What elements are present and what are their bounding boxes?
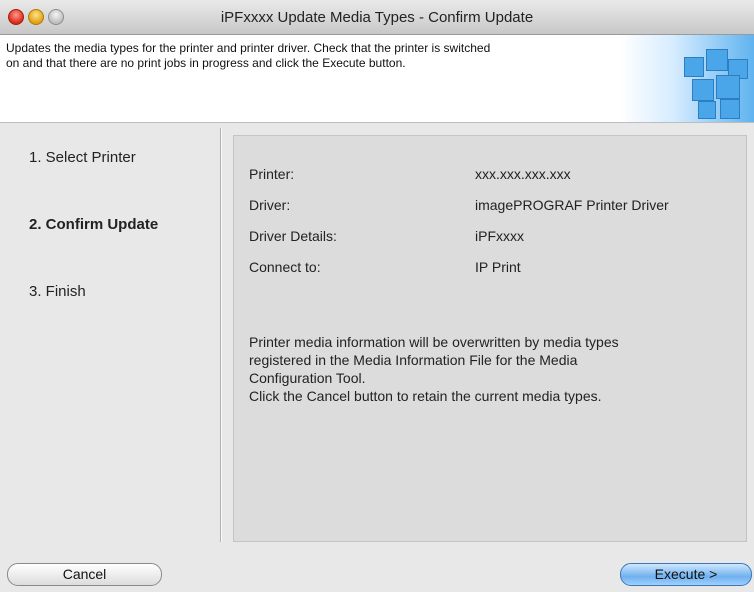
step-select-printer: 1. Select Printer: [29, 149, 136, 166]
driver-details-label: Driver Details:: [249, 228, 337, 244]
cube-icon: [716, 75, 740, 99]
driver-value: imagePROGRAF Printer Driver: [475, 197, 669, 213]
printer-value: xxx.xxx.xxx.xxx: [475, 166, 571, 182]
step-confirm-update: 2. Confirm Update: [29, 216, 159, 233]
header-description-line: Updates the media types for the printer …: [6, 41, 491, 55]
execute-button[interactable]: Execute >: [620, 563, 752, 586]
driver-label: Driver:: [249, 197, 291, 213]
header-panel: Updates the media types for the printer …: [0, 35, 754, 123]
cube-icon: [698, 101, 716, 119]
driver-details-value: iPFxxxx: [475, 228, 524, 244]
cube-icon: [684, 57, 704, 77]
details-panel: Printer: xxx.xxx.xxx.xxx Driver: imagePR…: [233, 135, 747, 542]
overwrite-warning-message: Printer media information will be overwr…: [249, 333, 729, 405]
title-bar: iPFxxxx Update Media Types - Confirm Upd…: [0, 0, 754, 35]
step-finish: 3. Finish: [29, 283, 86, 300]
printer-label: Printer:: [249, 166, 295, 182]
steps-sidebar: 1. Select Printer 2. Confirm Update 3. F…: [0, 123, 220, 544]
cube-icon: [706, 49, 728, 71]
cube-icon: [720, 99, 740, 119]
window-title: iPFxxxx Update Media Types - Confirm Upd…: [220, 9, 534, 26]
message-line: Click the Cancel button to retain the cu…: [249, 388, 602, 404]
message-line: registered in the Media Information File…: [249, 352, 578, 368]
header-description: Updates the media types for the printer …: [6, 41, 606, 71]
message-line: Printer media information will be overwr…: [249, 334, 619, 350]
cancel-button[interactable]: Cancel: [7, 563, 162, 586]
header-illustration: [620, 35, 754, 122]
cube-icon: [692, 79, 714, 101]
header-description-line: on and that there are no print jobs in p…: [6, 56, 406, 70]
sidebar-divider: [220, 128, 222, 542]
message-line: Configuration Tool.: [249, 370, 366, 386]
connect-to-value: IP Print: [475, 259, 521, 275]
connect-to-label: Connect to:: [249, 259, 321, 275]
